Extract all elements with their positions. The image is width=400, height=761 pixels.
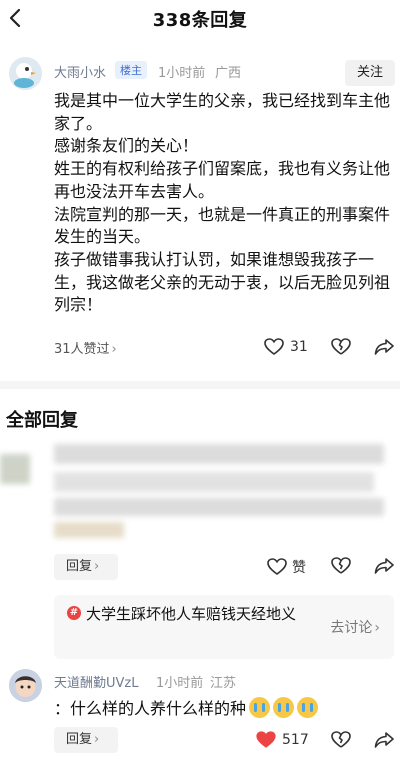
like-count: 31	[290, 339, 308, 355]
post-paragraph: 姓王的有权利给孩子们留案底，我也有义务让他再也没法开车去害人。	[54, 159, 391, 201]
follow-button[interactable]: 关注	[345, 60, 395, 86]
reply-text: ：什么样的人养什么样的种	[54, 699, 247, 718]
share-icon	[374, 557, 394, 575]
heart-filled-icon	[256, 731, 276, 749]
op-badge: 楼主	[115, 61, 147, 79]
reply-time: 1小时前	[156, 676, 204, 691]
post-paragraph: 我是其中一位大学生的父亲，我已经找到车主他家了。	[54, 91, 391, 133]
discuss-label: 去讨论	[330, 620, 373, 636]
replies-section-title: 全部回复	[6, 410, 78, 431]
reply-location: 江苏	[210, 676, 237, 691]
broken-heart-icon	[331, 731, 351, 749]
reply-label: 回复	[66, 732, 93, 747]
hashtag-icon: #	[67, 606, 81, 620]
share-icon	[374, 338, 394, 356]
crying-emoji-icon	[249, 697, 271, 718]
dislike-button[interactable]	[331, 557, 351, 575]
post-location: 广西	[215, 66, 242, 81]
post-paragraph: 感谢条友们的关心！	[54, 136, 199, 156]
blurred-line	[54, 472, 374, 492]
blurred-reply	[0, 440, 400, 545]
section-divider	[0, 381, 400, 389]
reply-button[interactable]: 回复 ›	[54, 554, 118, 580]
post-paragraph: 孩子做错事我认打认罚，如果谁想毁我孩子一生，我这做老父亲的无动于衷，以后无脸见列…	[54, 249, 391, 315]
heart-icon	[267, 558, 287, 576]
reply-body: ：什么样的人养什么样的种	[54, 695, 319, 719]
broken-heart-icon	[331, 338, 351, 356]
blurred-line	[54, 522, 124, 538]
post-paragraph: 法院宣判的那一天，也就是一件真正的刑事案件发生的当天。	[54, 204, 391, 247]
like-button[interactable]: 517	[256, 731, 309, 749]
top-bar: 338条回复	[0, 0, 400, 38]
like-button[interactable]: 31	[264, 338, 308, 356]
chevron-right-icon: ›	[111, 342, 117, 357]
reply-label: 回复	[66, 559, 93, 574]
share-button[interactable]	[374, 557, 394, 575]
share-button[interactable]	[374, 731, 394, 749]
post-time: 1小时前	[158, 66, 206, 81]
dislike-button[interactable]	[331, 338, 351, 356]
replier-name[interactable]: 天道酬勤UVzL	[54, 672, 138, 691]
heart-icon	[264, 338, 284, 356]
broken-heart-icon	[331, 557, 351, 575]
replier-avatar[interactable]	[9, 669, 42, 702]
blurred-line	[54, 444, 384, 464]
like-label: 赞	[292, 560, 306, 576]
blurred-line	[54, 498, 384, 516]
author-name[interactable]: 大雨小水	[54, 62, 106, 81]
like-button[interactable]: 赞	[267, 557, 306, 577]
chevron-right-icon: ›	[94, 559, 100, 574]
share-icon	[374, 731, 394, 749]
crying-emoji-icon	[297, 697, 319, 718]
blurred-avatar	[0, 454, 30, 484]
crying-emoji-icon	[273, 697, 295, 718]
chevron-right-icon: ›	[374, 620, 380, 636]
chevron-right-icon: ›	[94, 732, 100, 747]
reply-button[interactable]: 回复 ›	[54, 727, 118, 753]
topic-card[interactable]: 大学生踩坏他人车赔钱天经地义 # 去讨论 ›	[54, 595, 394, 659]
page-title: 338条回复	[152, 10, 248, 31]
likers-link[interactable]: 31人赞过 ›	[54, 338, 117, 357]
like-count: 517	[282, 732, 309, 748]
post-body: 我是其中一位大学生的父亲，我已经找到车主他家了。 感谢条友们的关心！ 姓王的有权…	[54, 90, 394, 317]
author-avatar[interactable]	[9, 57, 42, 90]
share-button[interactable]	[374, 338, 394, 356]
topic-title: 大学生踩坏他人车赔钱天经地义	[86, 605, 297, 623]
discuss-link[interactable]: 去讨论 ›	[330, 617, 380, 637]
dislike-button[interactable]	[331, 731, 351, 749]
likers-label: 31人赞过	[54, 342, 110, 357]
